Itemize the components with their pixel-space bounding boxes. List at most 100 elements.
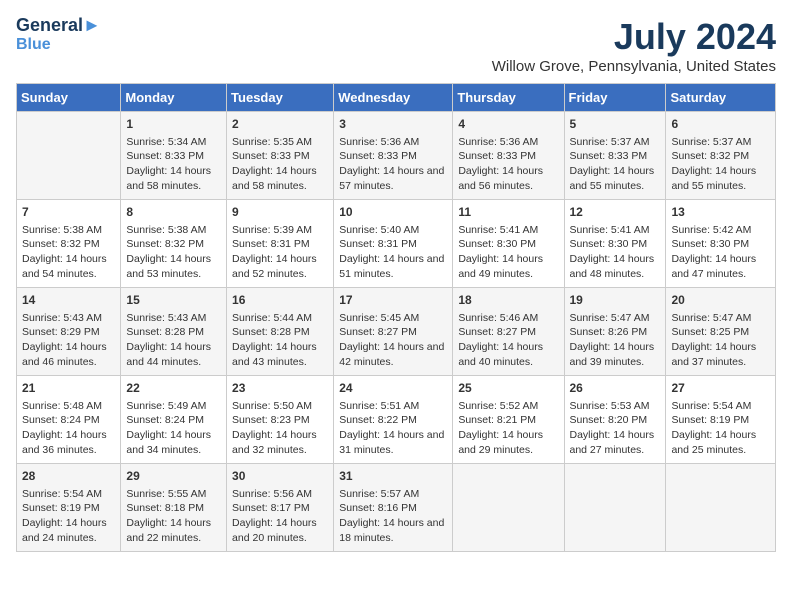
day-number: 1 <box>126 116 221 133</box>
calendar-day-cell: 20Sunrise: 5:47 AMSunset: 8:25 PMDayligh… <box>666 288 776 376</box>
calendar-week-row: 7Sunrise: 5:38 AMSunset: 8:32 PMDaylight… <box>17 200 776 288</box>
calendar-day-cell: 4Sunrise: 5:36 AMSunset: 8:33 PMDaylight… <box>453 112 564 200</box>
day-info: Sunrise: 5:36 AM <box>339 135 447 150</box>
day-number: 12 <box>570 204 661 221</box>
calendar-week-row: 21Sunrise: 5:48 AMSunset: 8:24 PMDayligh… <box>17 376 776 464</box>
day-info-daylight: Daylight: 14 hours and 43 minutes. <box>232 340 328 369</box>
calendar-day-cell <box>564 464 666 552</box>
day-number: 31 <box>339 468 447 485</box>
day-info: Sunrise: 5:54 AM <box>671 399 770 414</box>
day-number: 6 <box>671 116 770 133</box>
day-info-daylight: Daylight: 14 hours and 34 minutes. <box>126 428 221 457</box>
calendar-day-cell: 28Sunrise: 5:54 AMSunset: 8:19 PMDayligh… <box>17 464 121 552</box>
day-number: 15 <box>126 292 221 309</box>
logo-text-line1: General► <box>16 16 101 36</box>
day-info: Sunrise: 5:38 AM <box>22 223 115 238</box>
day-info-daylight: Daylight: 14 hours and 48 minutes. <box>570 252 661 281</box>
calendar-day-cell: 24Sunrise: 5:51 AMSunset: 8:22 PMDayligh… <box>334 376 453 464</box>
calendar-header-cell: Monday <box>121 84 227 112</box>
day-number: 23 <box>232 380 328 397</box>
day-number: 13 <box>671 204 770 221</box>
day-number: 8 <box>126 204 221 221</box>
day-info-daylight: Daylight: 14 hours and 56 minutes. <box>458 164 558 193</box>
day-info-daylight: Daylight: 14 hours and 22 minutes. <box>126 516 221 545</box>
day-info: Sunrise: 5:53 AM <box>570 399 661 414</box>
day-info: Sunrise: 5:46 AM <box>458 311 558 326</box>
day-info-daylight: Daylight: 14 hours and 42 minutes. <box>339 340 447 369</box>
calendar-day-cell: 3Sunrise: 5:36 AMSunset: 8:33 PMDaylight… <box>334 112 453 200</box>
day-info: Sunrise: 5:55 AM <box>126 487 221 502</box>
day-info-daylight: Daylight: 14 hours and 49 minutes. <box>458 252 558 281</box>
day-number: 17 <box>339 292 447 309</box>
calendar-day-cell: 5Sunrise: 5:37 AMSunset: 8:33 PMDaylight… <box>564 112 666 200</box>
calendar-day-cell: 29 Sunrise: 5:55 AMSunset: 8:18 PMDayligh… <box>121 464 227 552</box>
day-info-daylight: Daylight: 14 hours and 53 minutes. <box>126 252 221 281</box>
calendar-header-cell: Friday <box>564 84 666 112</box>
day-info: Sunrise: 5:57 AM <box>339 487 447 502</box>
day-info: Sunrise: 5:37 AM <box>570 135 661 150</box>
day-number: 7 <box>22 204 115 221</box>
day-number: 11 <box>458 204 558 221</box>
calendar-day-cell: 14Sunrise: 5:43 AMSunset: 8:29 PMDayligh… <box>17 288 121 376</box>
day-number: 26 <box>570 380 661 397</box>
day-info: Sunset: 8:32 PM <box>126 237 221 252</box>
day-info: Sunrise: 5:38 AM <box>126 223 221 238</box>
day-info: Sunset: 8:31 PM <box>232 237 328 252</box>
day-info: Sunset: 8:33 PM <box>339 149 447 164</box>
calendar-header-row: SundayMondayTuesdayWednesdayThursdayFrid… <box>17 84 776 112</box>
logo-text-line2: Blue <box>16 36 101 54</box>
day-info-daylight: Daylight: 14 hours and 32 minutes. <box>232 428 328 457</box>
calendar-body: 1Sunrise: 5:34 AMSunset: 8:33 PMDaylight… <box>17 112 776 552</box>
day-info: Sunset: 8:29 PM <box>22 325 115 340</box>
day-info: Sunset: 8:18 PM <box>126 501 221 516</box>
day-info-daylight: Daylight: 14 hours and 46 minutes. <box>22 340 115 369</box>
day-info: Sunrise: 5:51 AM <box>339 399 447 414</box>
calendar-week-row: 28Sunrise: 5:54 AMSunset: 8:19 PMDayligh… <box>17 464 776 552</box>
calendar-day-cell: 15Sunrise: 5:43 AMSunset: 8:28 PMDayligh… <box>121 288 227 376</box>
calendar-day-cell: 18Sunrise: 5:46 AMSunset: 8:27 PMDayligh… <box>453 288 564 376</box>
day-info: Sunset: 8:33 PM <box>232 149 328 164</box>
calendar-day-cell: 6Sunrise: 5:37 AMSunset: 8:32 PMDaylight… <box>666 112 776 200</box>
day-info: Sunrise: 5:44 AM <box>232 311 328 326</box>
day-info-daylight: Daylight: 14 hours and 29 minutes. <box>458 428 558 457</box>
calendar-header-cell: Sunday <box>17 84 121 112</box>
day-info-daylight: Daylight: 14 hours and 39 minutes. <box>570 340 661 369</box>
day-info: Sunrise: 5:52 AM <box>458 399 558 414</box>
calendar-header-cell: Saturday <box>666 84 776 112</box>
day-info: Sunset: 8:19 PM <box>22 501 115 516</box>
day-info: Sunset: 8:33 PM <box>458 149 558 164</box>
calendar-day-cell: 23Sunrise: 5:50 AMSunset: 8:23 PMDayligh… <box>227 376 334 464</box>
calendar-day-cell: 22 Sunrise: 5:49 AMSunset: 8:24 PMDayligh… <box>121 376 227 464</box>
calendar-day-cell: 21Sunrise: 5:48 AMSunset: 8:24 PMDayligh… <box>17 376 121 464</box>
day-info-daylight: Daylight: 14 hours and 55 minutes. <box>570 164 661 193</box>
day-info-daylight: Daylight: 14 hours and 58 minutes. <box>232 164 328 193</box>
calendar-table: SundayMondayTuesdayWednesdayThursdayFrid… <box>16 83 776 552</box>
day-info: Sunset: 8:24 PM <box>126 413 221 428</box>
day-info: Sunset: 8:17 PM <box>232 501 328 516</box>
calendar-day-cell <box>17 112 121 200</box>
day-info: Sunrise: 5:37 AM <box>671 135 770 150</box>
day-info-daylight: Daylight: 14 hours and 40 minutes. <box>458 340 558 369</box>
day-info: Sunset: 8:16 PM <box>339 501 447 516</box>
day-number: 22 <box>126 380 221 397</box>
title-block: July 2024 Willow Grove, Pennsylvania, Un… <box>492 16 776 75</box>
location-title: Willow Grove, Pennsylvania, United State… <box>492 58 776 75</box>
day-number: 2 <box>232 116 328 133</box>
day-info: Sunset: 8:30 PM <box>458 237 558 252</box>
day-info-daylight: Daylight: 14 hours and 47 minutes. <box>671 252 770 281</box>
day-info-daylight: Daylight: 14 hours and 52 minutes. <box>232 252 328 281</box>
calendar-day-cell: 2Sunrise: 5:35 AMSunset: 8:33 PMDaylight… <box>227 112 334 200</box>
day-info-daylight: Daylight: 14 hours and 55 minutes. <box>671 164 770 193</box>
day-info-daylight: Daylight: 14 hours and 51 minutes. <box>339 252 447 281</box>
calendar-day-cell: 10Sunrise: 5:40 AMSunset: 8:31 PMDayligh… <box>334 200 453 288</box>
day-number: 29 <box>126 468 221 485</box>
day-info: Sunset: 8:23 PM <box>232 413 328 428</box>
day-info: Sunrise: 5:34 AM <box>126 135 221 150</box>
day-info: Sunrise: 5:49 AM <box>126 399 221 414</box>
day-number: 10 <box>339 204 447 221</box>
day-number: 30 <box>232 468 328 485</box>
day-info: Sunset: 8:33 PM <box>570 149 661 164</box>
day-number: 21 <box>22 380 115 397</box>
day-info: Sunset: 8:25 PM <box>671 325 770 340</box>
day-info: Sunset: 8:27 PM <box>339 325 447 340</box>
